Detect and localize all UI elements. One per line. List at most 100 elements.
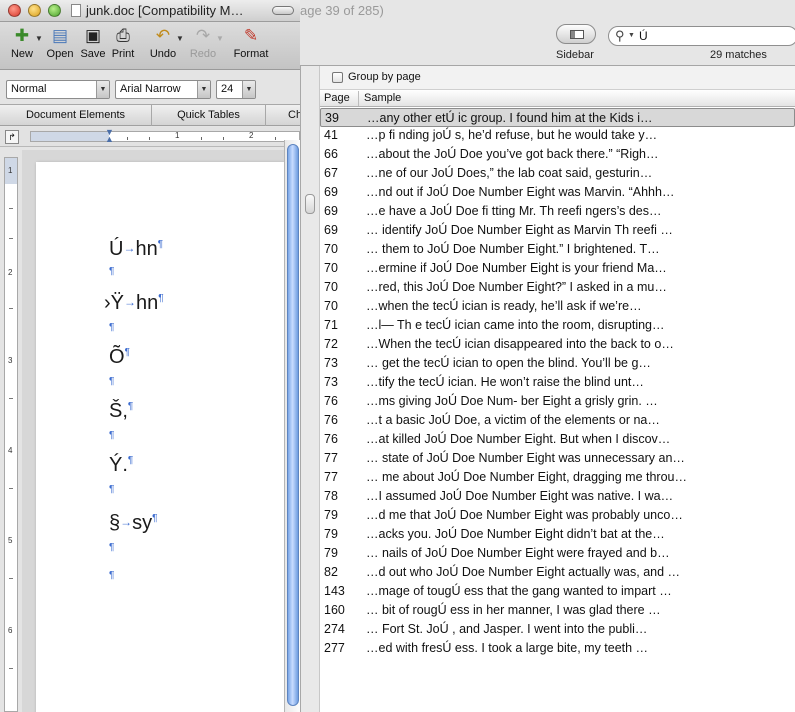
search-result-row[interactable]: 67 …ne of our JoÚ Does,” the lab coat sai…: [320, 165, 795, 184]
sidebar-splitter[interactable]: [300, 66, 320, 712]
search-result-row[interactable]: 82 …d out who JoÚ Doe Number Eight actual…: [320, 564, 795, 583]
column-header-page[interactable]: Page: [324, 92, 350, 104]
search-result-row[interactable]: 79 … nails of JoÚ Doe Number Eight were f…: [320, 545, 795, 564]
format-button-label: Format: [233, 48, 269, 60]
vruler-tick: [9, 398, 13, 399]
indent-marker-icon[interactable]: ▼ ▲: [105, 128, 114, 144]
search-result-row[interactable]: 277 …ed with fresÚ ess. I took a large bi…: [320, 640, 795, 659]
search-result-row[interactable]: 76 …t a basic JoÚ Doe, a victim of the el…: [320, 412, 795, 431]
tab-quick-tables[interactable]: Quick Tables: [152, 105, 266, 126]
vruler-number: 5: [8, 536, 13, 545]
undo-button[interactable]: ↶ Undo: [146, 26, 180, 60]
column-header-sample[interactable]: Sample: [364, 92, 401, 104]
result-page-number: 82: [324, 565, 338, 579]
tab-document-elements-label: Document Elements: [25, 109, 126, 121]
document-vertical-scrollbar[interactable]: [284, 140, 300, 712]
preview-titlebar[interactable]: age 39 of 285): [300, 0, 795, 22]
search-result-row[interactable]: 73 …tify the tecÚ ician. He won’t raise t…: [320, 374, 795, 393]
ruler-tick: [275, 137, 276, 140]
search-options-chevron-down-icon[interactable]: ▼: [628, 32, 635, 39]
tab-mark: →: [120, 515, 133, 529]
new-menu-chevron-down-icon[interactable]: ▼: [35, 34, 43, 43]
search-field[interactable]: ⚲ ▼ Ú: [608, 26, 795, 46]
close-window-button[interactable]: [8, 4, 21, 17]
vruler-number: 6: [8, 626, 13, 635]
redo-button[interactable]: ↷ Redo: [186, 26, 220, 60]
font-chevron-down-icon: ▼: [197, 81, 210, 98]
search-result-row[interactable]: 66 …about the JoÚ Doe you’ve got back the…: [320, 146, 795, 165]
search-result-row[interactable]: 69 …nd out if JoÚ Doe Number Eight was Ma…: [320, 184, 795, 203]
result-page-number: 143: [324, 584, 345, 598]
pilcrow-mark: ¶: [152, 513, 158, 524]
search-result-row[interactable]: 79 …acks you. JoÚ Doe Number Eight didn’t…: [320, 526, 795, 545]
line-text: Ú: [109, 238, 124, 260]
search-result-row[interactable]: 78 …I assumed JoÚ Doe Number Eight was na…: [320, 488, 795, 507]
result-sample-text: …ermine if JoÚ Doe Number Eight is your …: [366, 261, 667, 275]
result-sample-text: … get the tecÚ ician to open the blind. …: [366, 356, 651, 370]
toolbar-toggle-button[interactable]: [272, 6, 294, 15]
search-result-row[interactable]: 71 …l— Th e tecÚ ician came into the room…: [320, 317, 795, 336]
open-button[interactable]: ▤ Open: [44, 26, 76, 60]
search-result-row[interactable]: 70 … them to JoÚ Doe Number Eight.” I bri…: [320, 241, 795, 260]
search-result-row[interactable]: 41 …p fi nding joÚ s, he’d refuse, but he…: [320, 127, 795, 146]
vruler-tick: [9, 208, 13, 209]
tab-quick-tables-label: Quick Tables: [177, 109, 240, 121]
search-result-row[interactable]: 274 … Fort St. JoÚ , and Jasper. I went i…: [320, 621, 795, 640]
tab-document-elements[interactable]: Document Elements: [0, 105, 152, 126]
search-input-value: Ú: [639, 29, 648, 43]
result-sample-text: …l— Th e tecÚ ician came into the room, …: [366, 318, 665, 332]
search-result-row[interactable]: 79 …d me that JoÚ Doe Number Eight was pr…: [320, 507, 795, 526]
minimize-window-button[interactable]: [28, 4, 41, 17]
search-result-row[interactable]: 70 …when the tecÚ ician is ready, he’ll a…: [320, 298, 795, 317]
result-page-number: 67: [324, 166, 338, 180]
tab-charts[interactable]: Ch: [266, 105, 300, 126]
document-line[interactable]: Š,¶: [109, 400, 133, 423]
result-page-number: 41: [324, 128, 338, 142]
sidebar-toggle-button[interactable]: [556, 24, 596, 44]
result-sample-text: … bit of rougÚ ess in her manner, I was …: [366, 603, 661, 617]
document-page[interactable]: Ú→hn¶ ¶ ›Ÿ→hn¶ ¶ Õ¶ ¶ Š,¶ ¶ Ý.¶ ¶ §→sy¶ …: [36, 162, 284, 712]
document-line[interactable]: §→sy¶: [109, 512, 158, 535]
print-button[interactable]: ⎙ Print: [108, 26, 138, 60]
result-sample-text: …any other etÚ ic group. I found him at …: [367, 111, 653, 125]
search-result-row[interactable]: 72 …When the tecÚ ician disappeared into …: [320, 336, 795, 355]
format-button[interactable]: ✎ Format: [230, 26, 272, 60]
search-result-row[interactable]: 143 …mage of tougÚ ess that the gang want…: [320, 583, 795, 602]
result-page-number: 78: [324, 489, 338, 503]
search-result-row[interactable]: 69 … identify JoÚ Doe Number Eight as Mar…: [320, 222, 795, 241]
document-line[interactable]: Ú→hn¶: [109, 238, 163, 261]
splitter-grip-handle[interactable]: [305, 194, 315, 214]
search-result-row[interactable]: 69 …e have a JoÚ Doe fi tting Mr. Th reef…: [320, 203, 795, 222]
document-line[interactable]: ›Ÿ→hn¶: [104, 292, 164, 315]
redo-menu-chevron-down-icon[interactable]: ▼: [216, 34, 224, 43]
document-line[interactable]: Õ¶: [109, 346, 130, 369]
search-result-row[interactable]: 70 …ermine if JoÚ Doe Number Eight is you…: [320, 260, 795, 279]
tab-stop-selector-icon[interactable]: ↱: [5, 130, 19, 144]
search-result-row[interactable]: 77 … state of JoÚ Doe Number Eight was un…: [320, 450, 795, 469]
line-text: Š,: [109, 400, 128, 422]
vruler-tick: [9, 308, 13, 309]
search-result-row[interactable]: 73 … get the tecÚ ician to open the blind…: [320, 355, 795, 374]
search-result-row[interactable]: 160 … bit of rougÚ ess in her manner, I w…: [320, 602, 795, 621]
search-result-row[interactable]: 39 …any other etÚ ic group. I found him a…: [320, 108, 795, 127]
pilcrow-mark: ¶: [158, 293, 164, 304]
search-result-row[interactable]: 70 …red, this JoÚ Doe Number Eight?” I as…: [320, 279, 795, 298]
column-divider[interactable]: [358, 91, 359, 106]
zoom-window-button[interactable]: [48, 4, 61, 17]
search-result-row[interactable]: 76 …ms giving JoÚ Doe Num- ber Eight a gr…: [320, 393, 795, 412]
save-button[interactable]: ▣ Save: [78, 26, 108, 60]
font-size-select[interactable]: 24 ▼: [216, 80, 256, 99]
undo-menu-chevron-down-icon[interactable]: ▼: [176, 34, 184, 43]
new-button[interactable]: ✚ New: [6, 26, 38, 60]
scrollbar-thumb[interactable]: [287, 144, 299, 706]
search-result-row[interactable]: 77 … me about JoÚ Doe Number Eight, dragg…: [320, 469, 795, 488]
font-select[interactable]: Arial Narrow ▼: [115, 80, 211, 99]
horizontal-ruler[interactable]: 1 2 ▼ ▲: [30, 128, 300, 144]
word-titlebar[interactable]: junk.doc [Compatibility M…: [0, 0, 300, 22]
group-by-page-checkbox[interactable]: [332, 72, 343, 83]
search-result-row[interactable]: 76 …at killed JoÚ Doe Number Eight. But w…: [320, 431, 795, 450]
style-select[interactable]: Normal ▼: [6, 80, 110, 99]
result-sample-text: …t a basic JoÚ Doe, a victim of the elem…: [366, 413, 660, 427]
ruler-tick: [223, 137, 224, 140]
document-line[interactable]: Ý.¶: [109, 454, 133, 477]
